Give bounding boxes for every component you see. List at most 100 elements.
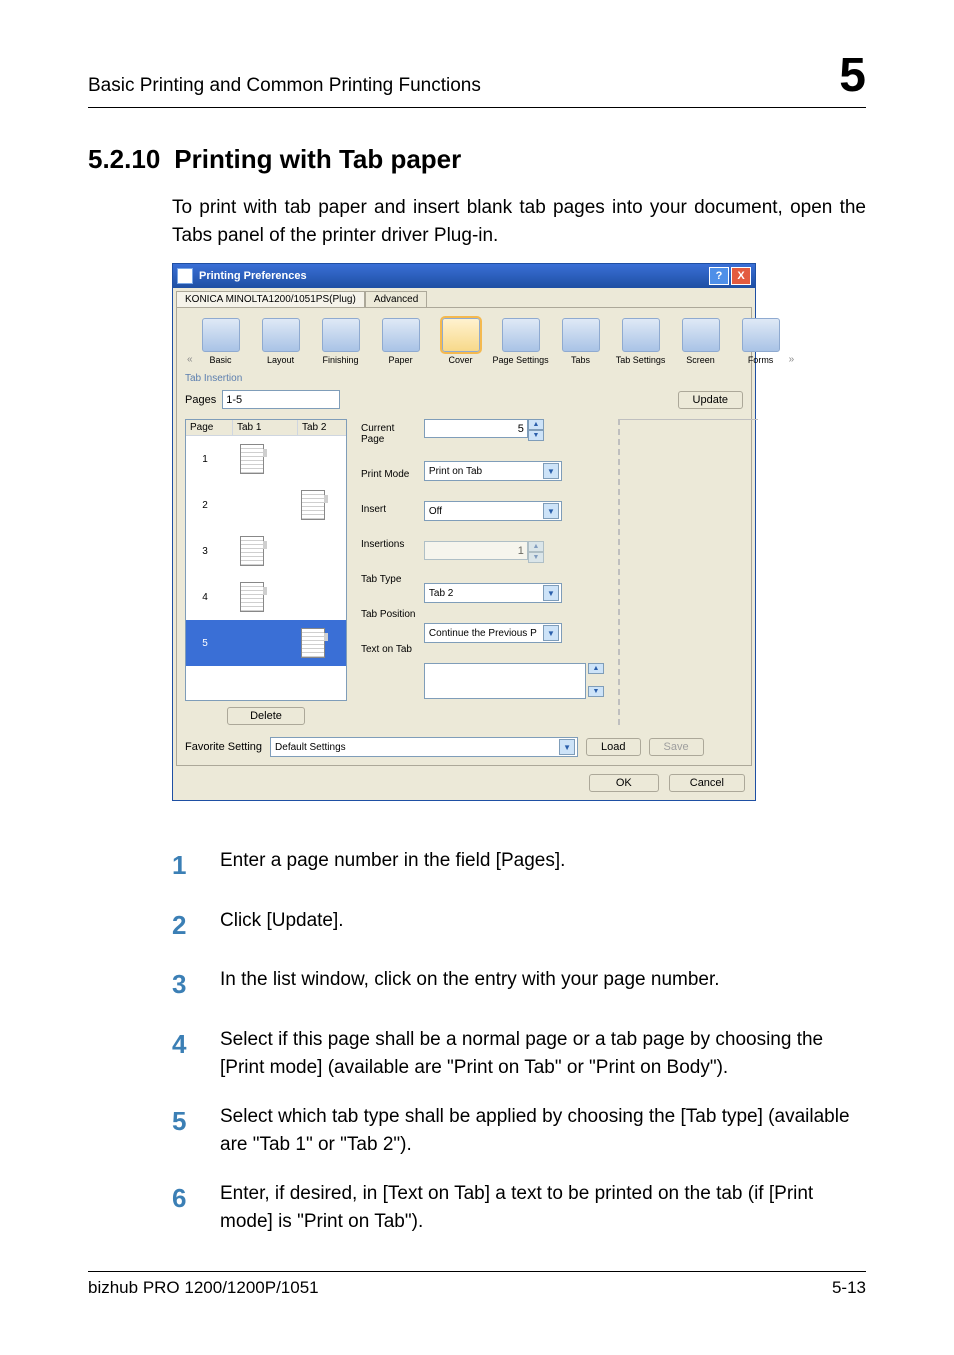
insertions-value — [424, 541, 528, 560]
titlebar: Printing Preferences ? X — [173, 264, 755, 288]
step-text: Select which tab type shall be applied b… — [220, 1103, 866, 1158]
step-number: 2 — [172, 907, 192, 945]
insertions-spinner[interactable]: ▲▼ — [424, 541, 604, 563]
pages-label: Pages — [185, 394, 216, 406]
basic-icon — [202, 318, 240, 352]
text-on-tab-input[interactable] — [424, 663, 586, 699]
chevron-down-icon: ▼ — [559, 739, 575, 755]
scroll-right-icon[interactable]: » — [787, 354, 797, 365]
pages-input[interactable] — [222, 390, 340, 409]
app-icon — [177, 268, 193, 284]
col-page: Page — [186, 420, 233, 435]
running-title: Basic Printing and Common Printing Funct… — [88, 75, 481, 97]
panel-label: Tab Insertion — [185, 373, 743, 384]
toolbar-paper[interactable]: Paper — [375, 318, 427, 365]
tab-advanced[interactable]: Advanced — [365, 291, 427, 307]
chevron-down-icon: ▼ — [543, 625, 559, 641]
scroll-up-icon[interactable]: ▲ — [588, 663, 604, 674]
step: 2 Click [Update]. — [172, 907, 866, 945]
tab-plugin[interactable]: KONICA MINOLTA1200/1051PS(Plug) — [176, 291, 365, 307]
toolbar-cover[interactable]: Cover — [435, 318, 487, 365]
step: 1 Enter a page number in the field [Pages… — [172, 847, 866, 885]
save-button: Save — [649, 738, 704, 756]
step-text: Click [Update]. — [220, 907, 344, 945]
spin-up-icon[interactable]: ▲ — [528, 419, 544, 430]
help-button[interactable]: ? — [709, 267, 729, 285]
step-text: In the list window, click on the entry w… — [220, 966, 720, 1004]
tab-position-select[interactable]: Continue the Previous P▼ — [424, 623, 562, 643]
page-settings-icon — [502, 318, 540, 352]
toolbar-tab-settings[interactable]: Tab Settings — [615, 318, 667, 365]
list-row[interactable]: 4 — [186, 574, 346, 620]
page-icon — [240, 444, 264, 474]
list-row[interactable]: 3 — [186, 528, 346, 574]
col-tab1: Tab 1 — [233, 420, 298, 435]
toolbar-tabs[interactable]: Tabs — [555, 318, 607, 365]
toolbar-page-settings[interactable]: Page Settings — [495, 318, 547, 365]
chevron-down-icon: ▼ — [543, 585, 559, 601]
page-icon — [240, 582, 264, 612]
toolbar-finishing[interactable]: Finishing — [315, 318, 367, 365]
screen-icon — [682, 318, 720, 352]
cancel-button[interactable]: Cancel — [669, 774, 745, 792]
step-number: 6 — [172, 1180, 192, 1235]
footer-right: 5-13 — [832, 1278, 866, 1298]
favorite-select[interactable]: Default Settings▼ — [270, 737, 578, 757]
step-number: 3 — [172, 966, 192, 1004]
step-number: 1 — [172, 847, 192, 885]
insertions-label: Insertions — [361, 539, 416, 550]
chevron-down-icon: ▼ — [543, 463, 559, 479]
toolbar-layout[interactable]: Layout — [255, 318, 307, 365]
toolbar-screen[interactable]: Screen — [675, 318, 727, 365]
section-intro: To print with tab paper and insert blank… — [172, 194, 866, 249]
toolbar-basic[interactable]: Basic — [195, 318, 247, 365]
scroll-down-icon[interactable]: ▼ — [588, 686, 604, 697]
tab-settings-icon — [622, 318, 660, 352]
current-page-value[interactable] — [424, 419, 528, 438]
scroll-left-icon[interactable]: « — [185, 354, 195, 365]
delete-button[interactable]: Delete — [227, 707, 305, 725]
page-icon — [301, 628, 325, 658]
cover-icon — [442, 318, 480, 352]
tab-position-label: Tab Position — [361, 609, 416, 620]
dialog-title: Printing Preferences — [199, 270, 307, 282]
printing-preferences-dialog: Printing Preferences ? X KONICA MINOLTA1… — [172, 263, 756, 801]
chevron-down-icon: ▼ — [543, 503, 559, 519]
paper-icon — [382, 318, 420, 352]
favorite-label: Favorite Setting — [185, 741, 262, 753]
toolbar-forms[interactable]: Forms — [735, 318, 787, 365]
step-number: 4 — [172, 1026, 192, 1081]
finishing-icon — [322, 318, 360, 352]
list-row[interactable]: 1 — [186, 436, 346, 482]
close-button[interactable]: X — [731, 267, 751, 285]
current-page-spinner[interactable]: ▲▼ — [424, 419, 604, 441]
forms-icon — [742, 318, 780, 352]
step-text: Select if this page shall be a normal pa… — [220, 1026, 866, 1081]
print-mode-select[interactable]: Print on Tab▼ — [424, 461, 562, 481]
step-text: Enter a page number in the field [Pages]… — [220, 847, 565, 885]
ok-button[interactable]: OK — [589, 774, 659, 792]
page-icon — [301, 490, 325, 520]
chapter-number: 5 — [839, 48, 866, 103]
step: 3 In the list window, click on the entry … — [172, 966, 866, 1004]
section-title: Printing with Tab paper — [174, 144, 461, 175]
step-text: Enter, if desired, in [Text on Tab] a te… — [220, 1180, 866, 1235]
list-row[interactable]: 2 — [186, 482, 346, 528]
text-on-tab-label: Text on Tab — [361, 644, 416, 655]
step: 6 Enter, if desired, in [Text on Tab] a t… — [172, 1180, 866, 1235]
step: 5Select which tab type shall be applied … — [172, 1103, 866, 1158]
step: 4 Select if this page shall be a normal p… — [172, 1026, 866, 1081]
page-icon — [240, 536, 264, 566]
page-list[interactable]: Page Tab 1 Tab 2 12345 — [185, 419, 347, 701]
load-button[interactable]: Load — [586, 738, 640, 756]
update-button[interactable]: Update — [678, 391, 743, 409]
list-row[interactable]: 5 — [186, 620, 346, 666]
preview-pane — [618, 419, 758, 725]
tab-type-select[interactable]: Tab 2▼ — [424, 583, 562, 603]
footer-left: bizhub PRO 1200/1200P/1051 — [88, 1278, 319, 1298]
layout-icon — [262, 318, 300, 352]
spin-down-icon[interactable]: ▼ — [528, 430, 544, 441]
insert-select[interactable]: Off▼ — [424, 501, 562, 521]
insert-label: Insert — [361, 504, 416, 515]
tabs-icon — [562, 318, 600, 352]
